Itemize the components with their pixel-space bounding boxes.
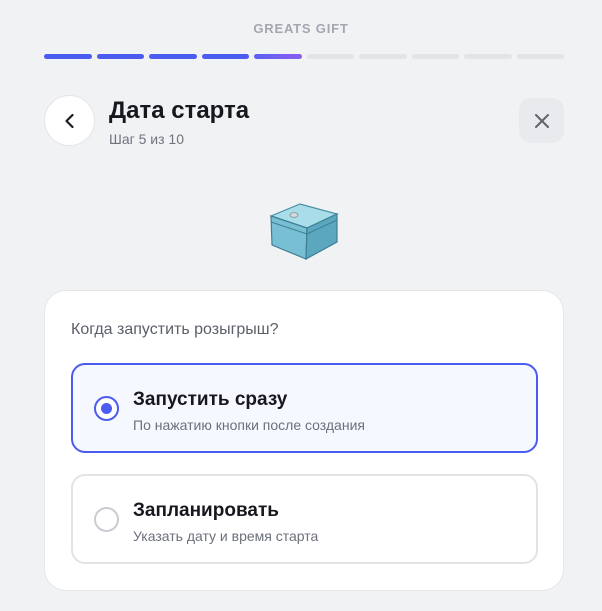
gift-box-icon — [269, 203, 339, 261]
progress-segment — [96, 54, 144, 59]
page-title: Дата старта — [109, 97, 250, 124]
progress-segment — [306, 54, 354, 59]
close-icon — [534, 113, 549, 128]
chevron-left-icon — [64, 113, 74, 128]
progress-segment — [516, 54, 564, 59]
step-counter: Шаг 5 из 10 — [109, 131, 184, 147]
option-schedule[interactable]: Запланировать Указать дату и время старт… — [71, 474, 538, 564]
progress-segment — [44, 54, 92, 59]
option-title: Запустить сразу — [133, 389, 288, 410]
option-start-now[interactable]: Запустить сразу По нажатию кнопки после … — [71, 363, 538, 453]
start-options-card: Когда запустить розыгрыш? Запустить сраз… — [44, 290, 564, 591]
progress-segment — [464, 54, 512, 59]
option-description: По нажатию кнопки после создания — [133, 417, 365, 433]
radio-button-selected[interactable] — [94, 396, 119, 421]
question-label: Когда запустить розыгрыш? — [71, 321, 279, 338]
radio-button[interactable] — [94, 507, 119, 532]
brand-title: GREATS GIFT — [253, 21, 349, 36]
progress-segment — [149, 54, 197, 59]
progress-segment — [359, 54, 407, 59]
progress-segment — [201, 54, 249, 59]
back-button[interactable] — [44, 95, 95, 146]
step-progress-bar — [44, 54, 564, 60]
close-button[interactable] — [519, 98, 564, 143]
option-title: Запланировать — [133, 500, 279, 521]
option-description: Указать дату и время старта — [133, 528, 319, 544]
progress-segment — [411, 54, 459, 59]
progress-segment-current — [254, 54, 302, 59]
